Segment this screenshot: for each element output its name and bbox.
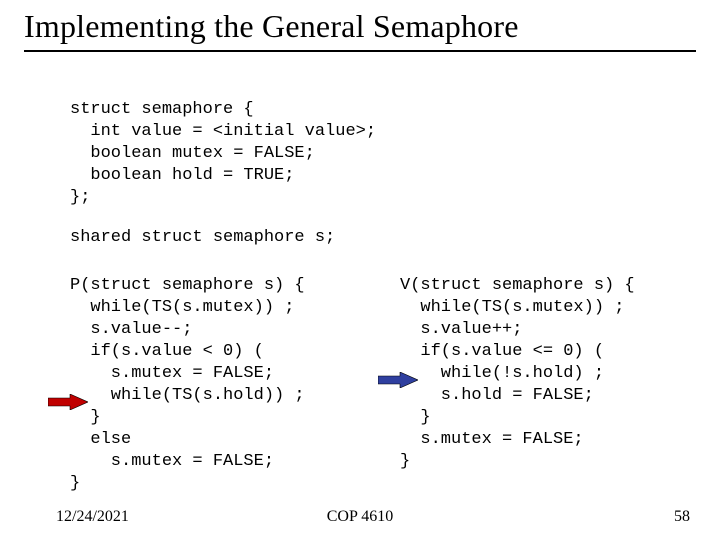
slide-title: Implementing the General Semaphore [24,8,519,45]
arrow-blue-icon [378,372,418,388]
code-shared-decl: shared struct semaphore s; [70,227,335,249]
title-underline [24,50,696,52]
code-v-function: V(struct semaphore s) { while(TS(s.mutex… [400,275,635,473]
arrow-red-icon [48,394,88,410]
slide: Implementing the General Semaphore struc… [0,0,720,540]
footer-course: COP 4610 [0,508,720,526]
code-p-function: P(struct semaphore s) { while(TS(s.mutex… [70,275,305,495]
footer-page: 58 [674,508,690,526]
code-struct-def: struct semaphore { int value = <initial … [70,99,376,209]
